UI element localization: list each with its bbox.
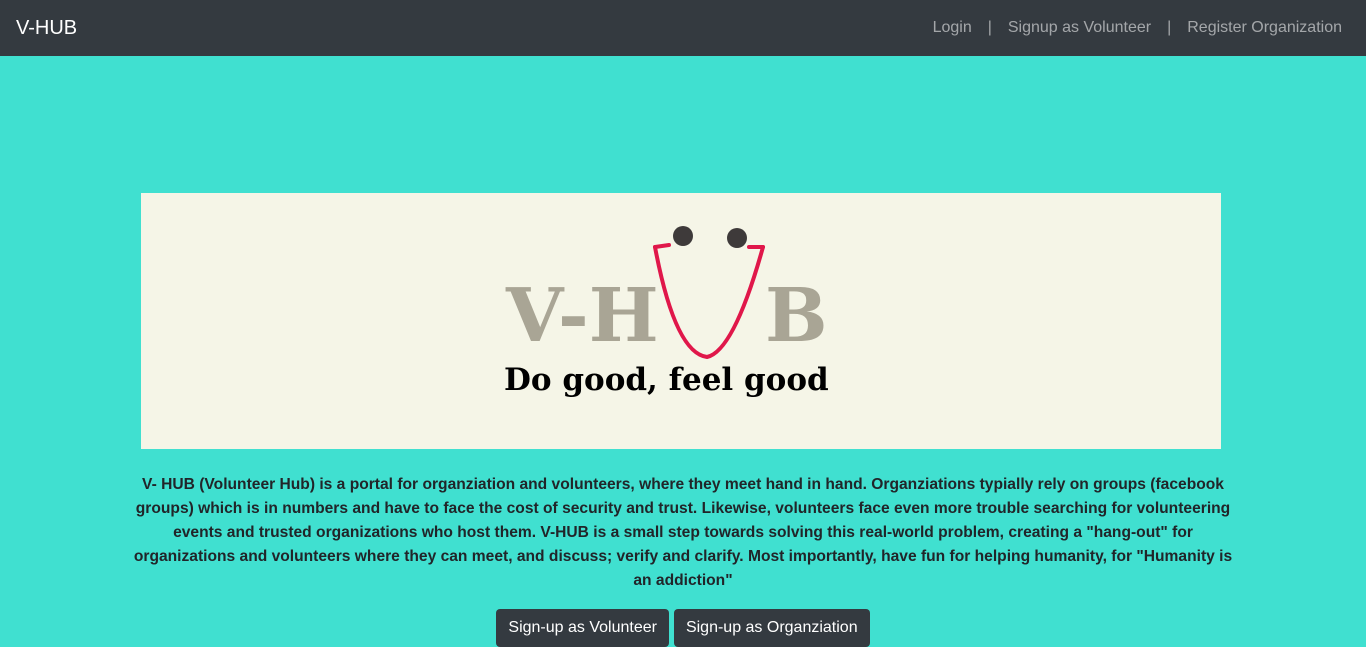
about-description: V- HUB (Volunteer Hub) is a portal for o… bbox=[133, 476, 1233, 589]
vhub-logo-graphic: V-H B Do good, feel good bbox=[504, 226, 829, 398]
logo-text-left: V-H bbox=[505, 273, 659, 359]
logo-text-right: B bbox=[765, 273, 828, 359]
nav-separator: | bbox=[987, 19, 992, 36]
brand-logo-link[interactable]: V-HUB bbox=[16, 18, 77, 38]
navbar: V-HUB Login | Signup as Volunteer | Regi… bbox=[0, 0, 1366, 56]
left-eye-dot bbox=[673, 226, 693, 246]
right-eye-dot bbox=[727, 228, 747, 248]
tagline-text: Do good, feel good bbox=[504, 362, 829, 398]
hero-banner: V-H B Do good, feel good bbox=[141, 193, 1221, 449]
smile-left-tick bbox=[653, 243, 671, 249]
nav-separator: | bbox=[1167, 19, 1172, 36]
nav-signup-volunteer-link[interactable]: Signup as Volunteer bbox=[1008, 19, 1151, 37]
nav-register-organization-link[interactable]: Register Organization bbox=[1187, 19, 1342, 37]
nav-links: Login | Signup as Volunteer | Register O… bbox=[933, 19, 1342, 37]
signup-actions: Sign-up as Volunteer Sign-up as Organzia… bbox=[0, 609, 1366, 647]
smile-u-shape bbox=[653, 245, 765, 360]
signup-organization-button[interactable]: Sign-up as Organziation bbox=[673, 609, 870, 647]
signup-volunteer-button[interactable]: Sign-up as Volunteer bbox=[496, 609, 669, 647]
nav-login-link[interactable]: Login bbox=[933, 19, 972, 37]
